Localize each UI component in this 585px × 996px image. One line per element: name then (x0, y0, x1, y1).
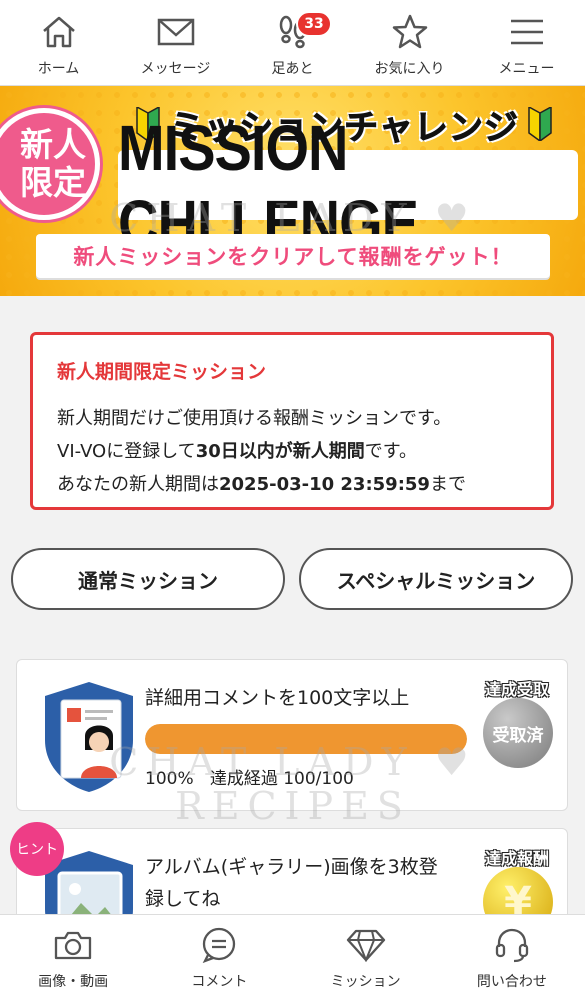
mission-progress-bar (145, 724, 467, 754)
nav-home[interactable]: ホーム (0, 0, 117, 85)
mission-progress-text: 100% 達成経過 100/100 (145, 764, 354, 789)
diamond-icon (346, 927, 386, 963)
nav-mission-label: ミッション (330, 974, 401, 990)
bottom-nav: 画像・動画 コメント ミッション 問い合わせ (0, 914, 585, 996)
nav-home-label: ホーム (37, 61, 80, 77)
seal-line-2: 限定 (20, 163, 86, 202)
reward-label: 達成受取 (484, 680, 549, 699)
newcomer-notice: 新人期間限定ミッション 新人期間だけご使用頂ける報酬ミッションです。 VI-VO… (30, 332, 554, 510)
nav-contact[interactable]: 問い合わせ (439, 915, 585, 996)
nav-menu[interactable]: メニュー (468, 0, 585, 85)
footprints-badge: 33 (296, 11, 332, 37)
nav-mission[interactable]: ミッション (293, 915, 439, 996)
nav-media[interactable]: 画像・動画 (0, 915, 146, 996)
banner-subtitle: 新人ミッションをクリアして報酬をゲット！ (36, 234, 550, 278)
mission-banner: 新人 限定 ミッションチャレンジ MISSION CHLLENGE CHAT L… (0, 86, 585, 296)
banner-title-en-plate: MISSION CHLLENGE (118, 111, 578, 259)
notice-line-2: VI-VOに登録して30日以内が新人期間です。 (57, 435, 527, 468)
notice-title: 新人期間限定ミッション (57, 361, 267, 383)
tab-special-missions[interactable]: スペシャルミッション (299, 548, 573, 610)
notice-line-1: 新人期間だけご使用頂ける報酬ミッションです。 (57, 408, 452, 429)
progress-percent: 100% (145, 769, 194, 789)
nav-messages[interactable]: メッセージ (117, 0, 234, 85)
hint-badge[interactable]: ヒント (10, 822, 64, 876)
notice-line-2-post: です。 (364, 441, 417, 462)
profile-comment-icon (45, 682, 133, 792)
notice-line-2-pre: VI-VOに登録して (57, 441, 196, 462)
nav-menu-label: メニュー (498, 61, 555, 77)
tab-normal-missions[interactable]: 通常ミッション (11, 548, 285, 610)
home-icon (39, 12, 79, 52)
notice-line-2-bold: 30日以内が新人期間 (195, 441, 365, 462)
camera-icon (53, 927, 93, 963)
notice-line-3-post: まで (429, 474, 466, 495)
banner-title-en: MISSION CHLLENGE (118, 111, 419, 259)
notice-line-3: あなたの新人期間は2025-03-10 23:59:59まで (57, 468, 527, 501)
nav-media-label: 画像・動画 (38, 974, 109, 990)
headset-icon (492, 927, 532, 963)
nav-messages-label: メッセージ (140, 61, 211, 77)
nav-comment[interactable]: コメント (146, 915, 292, 996)
nav-footprints[interactable]: 33 足あと (234, 0, 351, 85)
newcomer-deadline: 2025-03-10 23:59:59 (219, 474, 430, 495)
star-icon (390, 12, 430, 52)
mission-title-line-2: 録してね (145, 888, 221, 910)
reward-label: 達成報酬 (484, 849, 549, 868)
seal-line-1: 新人 (20, 125, 86, 164)
mission-title-line-1: アルバム(ギャラリー)画像を3枚登 (145, 856, 438, 878)
nav-favorites[interactable]: お気に入り (351, 0, 468, 85)
menu-icon (507, 12, 547, 52)
progress-status: 達成経過 100/100 (209, 769, 354, 789)
comment-icon (199, 927, 239, 963)
received-coin: 受取済 (483, 698, 553, 768)
mission-title: アルバム(ギャラリー)画像を3枚登 録してね (145, 851, 438, 915)
mission-progress-fill (145, 724, 467, 754)
reward-received[interactable]: 達成受取 受取済 (477, 676, 557, 768)
mission-card[interactable]: 詳細用コメントを100文字以上 100% 達成経過 100/100 達成受取 受… (16, 659, 568, 828)
nav-contact-label: 問い合わせ (476, 974, 547, 990)
notice-line-3-pre: あなたの新人期間は (57, 474, 219, 495)
nav-footprints-label: 足あと (271, 61, 314, 77)
nav-favorites-label: お気に入り (374, 61, 445, 77)
nav-comment-label: コメント (191, 974, 248, 990)
mission-title: 詳細用コメントを100文字以上 (145, 687, 410, 709)
top-nav: ホーム メッセージ 33 足あと お気に入り メニュー (0, 0, 585, 86)
envelope-icon (156, 12, 196, 52)
mission-page: ホーム メッセージ 33 足あと お気に入り メニュー 新人 限定 ミッションチ… (0, 0, 585, 996)
